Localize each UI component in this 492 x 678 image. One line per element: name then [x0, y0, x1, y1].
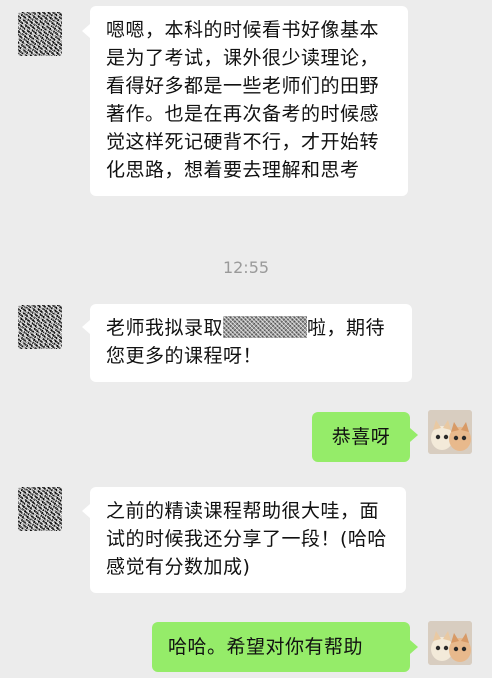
- message-bubble-incoming[interactable]: 之前的精读课程帮助很大哇，面试的时候我还分享了一段！(哈哈感觉有分数加成): [90, 487, 406, 593]
- message-bubble-outgoing[interactable]: 恭喜呀: [312, 412, 410, 462]
- message-bubble-outgoing[interactable]: 哈哈。希望对你有帮助: [152, 622, 410, 672]
- message-text: 哈哈。希望对你有帮助: [168, 636, 364, 658]
- contact-avatar[interactable]: [18, 305, 62, 349]
- bubble-tail: [410, 428, 418, 442]
- contact-avatar[interactable]: [18, 12, 62, 56]
- message-text: 之前的精读课程帮助很大哇，面试的时候我还分享了一段！(哈哈感觉有分数加成): [106, 500, 387, 578]
- redacted-school-name: [223, 316, 308, 338]
- message-text-before: 老师我拟录取: [106, 317, 224, 339]
- timestamp: 12:55: [222, 258, 270, 277]
- bubble-tail: [410, 640, 418, 654]
- message-text: 恭喜呀: [331, 426, 391, 448]
- bubble-tail: [82, 504, 90, 518]
- message-bubble-incoming[interactable]: 嗯嗯，本科的时候看书好像基本是为了考试，课外很少读理论，看得好多都是一些老师们的…: [90, 6, 408, 196]
- cat-avatar-icon[interactable]: [428, 410, 472, 454]
- bubble-tail: [82, 320, 90, 334]
- bubble-tail: [82, 24, 90, 38]
- cat-avatar-icon[interactable]: [428, 621, 472, 665]
- message-text: 嗯嗯，本科的时候看书好像基本是为了考试，课外很少读理论，看得好多都是一些老师们的…: [106, 19, 380, 181]
- message-bubble-incoming[interactable]: 老师我拟录取 啦，期待您更多的课程呀！: [90, 304, 412, 382]
- contact-avatar[interactable]: [18, 487, 62, 531]
